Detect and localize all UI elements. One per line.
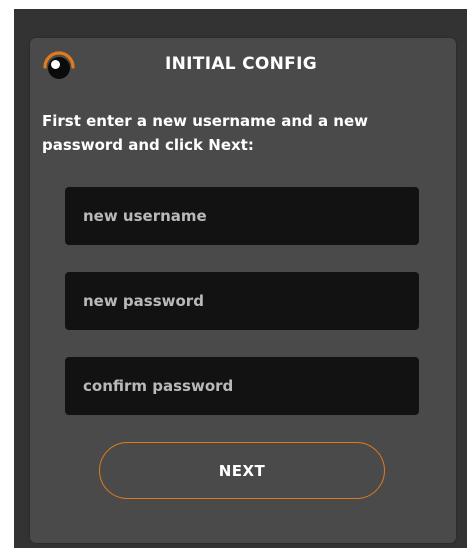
instructions-text: First enter a new username and a new pas…	[42, 112, 369, 154]
dialog-title: INITIAL CONFIG	[165, 54, 317, 74]
next-button[interactable]: NEXT	[99, 442, 385, 499]
confirm-password-input[interactable]	[65, 357, 419, 415]
eye-logo-icon	[43, 51, 75, 79]
new-password-input[interactable]	[65, 272, 419, 330]
new-username-input[interactable]	[65, 187, 419, 245]
